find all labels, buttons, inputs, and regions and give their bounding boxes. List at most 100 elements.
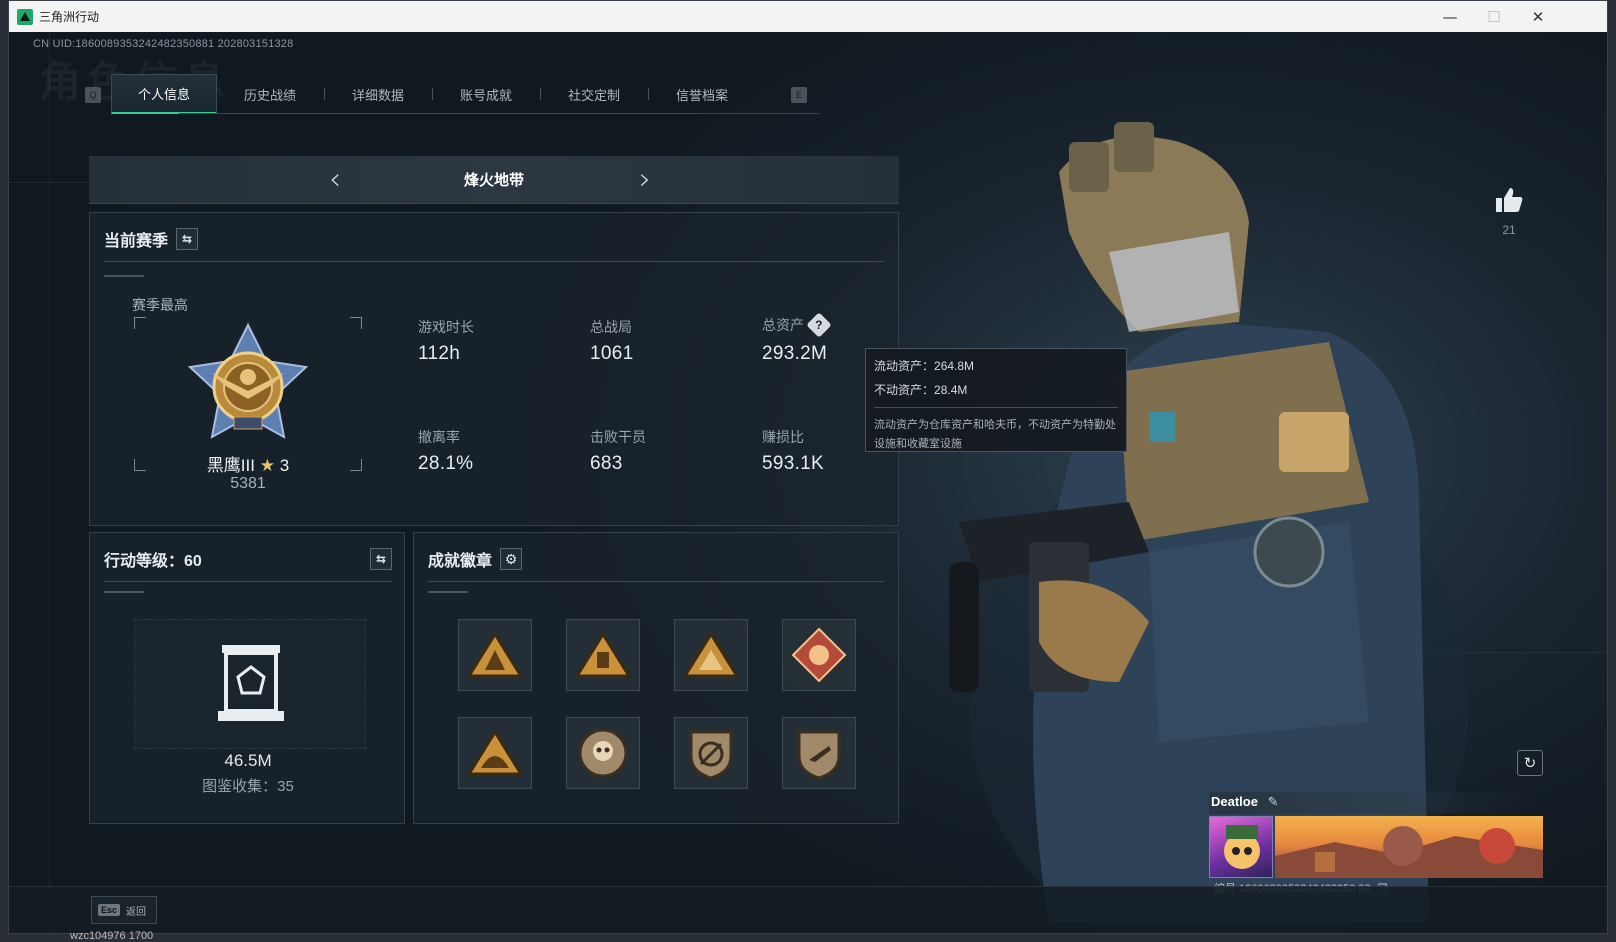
supply-triangle-badge-icon [575,631,631,678]
total-assets-value: 293.2M [762,343,828,364]
ammo-triangle-badge-icon [683,631,739,678]
operators-defeated-value: 683 [590,453,623,474]
mode-title: 烽火地带 [463,172,524,189]
bottom-bar [9,886,1607,933]
total-assets-label: 总资产 [762,317,804,333]
badge-slot[interactable] [566,717,640,789]
taskbar-peek-text: wzc104976 1700 [70,930,154,942]
back-button[interactable]: Esc 返回 [91,896,157,924]
play-time-label: 游戏时长 [418,319,474,335]
extraction-rate-label: 撤离率 [418,429,460,445]
liquid-assets-row: 流动资产：264.8M [874,357,1118,381]
avatar[interactable] [1209,816,1273,878]
rank-medal-icon [187,322,309,439]
operators-defeated-label: 击败干员 [590,429,646,445]
badge-slot[interactable] [566,619,640,691]
close-button[interactable]: ✕ [1515,1,1561,32]
badge-slot[interactable] [674,619,748,691]
collection-vault-icon [218,645,284,721]
operation-level-panel: 行动等级：60 ⇆ 46.5M 图鉴收集：35 [89,532,405,824]
operation-level-title: 行动等级：60 [104,553,202,570]
frame-corner [350,317,362,329]
tabs-underline [179,113,819,114]
bg-gridline [49,32,50,933]
like-count: 21 [1502,223,1516,237]
divider [104,261,884,262]
tab-detailed-data[interactable]: 详细数据 [325,74,431,114]
player-name: Deatloe [1211,794,1258,809]
tab-account-achievements[interactable]: 账号成就 [433,74,539,114]
badge-slot[interactable] [458,619,532,691]
swap-icon[interactable]: ⇆ [176,228,199,250]
frame-corner [134,317,146,329]
collection-label: 图鉴收集：35 [202,778,294,795]
player-name-row: Deatloe ✎ [1211,794,1279,810]
minimize-button[interactable]: — [1427,1,1473,32]
profit-loss-ratio-label: 赚损比 [762,429,804,445]
decor-dash [104,591,144,593]
uid-text: CN UID:1860089353242482350881 2028031513… [33,38,294,50]
collection-value: 46.5M [224,751,272,770]
rank-name: 黑鹰III [206,456,255,475]
chevron-right-icon[interactable]: › [639,162,651,197]
badge-slot[interactable] [782,619,856,691]
profile-tabs: Q 个人信息 历史战绩 详细数据 账号成就 社交定制 信誉档案 E [77,74,819,114]
assets-description: 流动资产为仓库资产和哈夫币，不动资产为特勤处设施和收藏室设施 [874,419,1116,450]
profile-screen: 角色信息 CN UID:1860089353242482350881 20280… [9,32,1607,933]
delta-force-logo-icon [17,8,33,25]
game-window: 三角洲行动 — ☐ ✕ 角色信息 CN UID:1860089353242482… [8,0,1608,934]
tab-credit-record[interactable]: 信誉档案 [649,74,755,114]
chevron-left-icon[interactable]: ‹ [329,162,341,197]
esc-key-hint: Esc [98,904,121,916]
liquid-assets-value: 264.8M [934,359,975,373]
gun-shield-badge-icon [797,730,841,780]
tab-personal-info[interactable]: 个人信息 [111,74,217,114]
fixed-assets-value: 28.4M [934,383,968,397]
rifle-shield-badge-icon [689,730,733,780]
skull-round-badge-icon [578,728,628,778]
liquid-assets-label: 流动资产： [874,359,935,373]
total-assets-label-row: 总资产 ? [762,312,832,338]
help-icon[interactable]: ? [806,312,832,338]
swap-icon[interactable]: ⇆ [370,548,392,570]
tooltip-divider [874,407,1118,408]
edit-icon[interactable]: ✎ [1268,794,1279,809]
thumbs-up-icon[interactable] [1489,186,1529,221]
play-time-value: 112h [418,343,461,364]
mode-selector: ‹ 烽火地带 › [89,156,899,204]
current-season-heading: 当前赛季 ⇆ [104,227,199,251]
total-matches-value: 1061 [590,343,634,364]
divider [428,581,884,582]
gear-icon[interactable]: ⚙ [500,548,523,570]
achievement-badges-title: 成就徽章 [428,553,493,570]
extraction-rate-value: 28.1% [418,453,474,474]
season-best-label: 赛季最高 [132,297,188,313]
profit-loss-ratio-value: 593.1K [762,453,825,474]
decor-dash [104,275,144,277]
decor-dash [428,591,468,593]
window-title: 三角洲行动 [39,10,100,24]
maximize-button[interactable]: ☐ [1471,1,1517,32]
achievement-badges-panel: 成就徽章 ⚙ [413,532,899,824]
title-bar[interactable]: 三角洲行动 — ☐ ✕ [9,1,1607,32]
rank-stars: 3 [279,456,290,475]
rank-title-row: 黑鹰III ★ 3 [130,451,366,476]
star-icon: ★ [259,456,275,475]
assets-tooltip: 流动资产：264.8M 不动资产：28.4M 流动资产为仓库资产和哈夫币，不动资… [865,348,1127,452]
current-season-title: 当前赛季 [104,233,169,250]
rank-points: 5381 [230,475,266,492]
prev-tab-key-hint[interactable]: Q [85,87,101,103]
tent-triangle-badge-icon [467,631,523,678]
badge-slot[interactable] [782,717,856,789]
back-label: 返回 [126,906,147,918]
refresh-icon[interactable]: ↻ [1517,750,1543,776]
hill-triangle-badge-icon [467,729,523,776]
badge-slot[interactable] [458,717,532,789]
next-tab-key-hint[interactable]: E [791,87,807,103]
operation-level-heading: 行动等级：60 ⇆ [104,547,392,571]
tab-social-customization[interactable]: 社交定制 [541,74,647,114]
achievement-badges-heading: 成就徽章 ⚙ [428,547,523,571]
tab-match-history[interactable]: 历史战绩 [217,74,323,114]
player-banner-image[interactable] [1275,816,1543,878]
badge-slot[interactable] [674,717,748,789]
